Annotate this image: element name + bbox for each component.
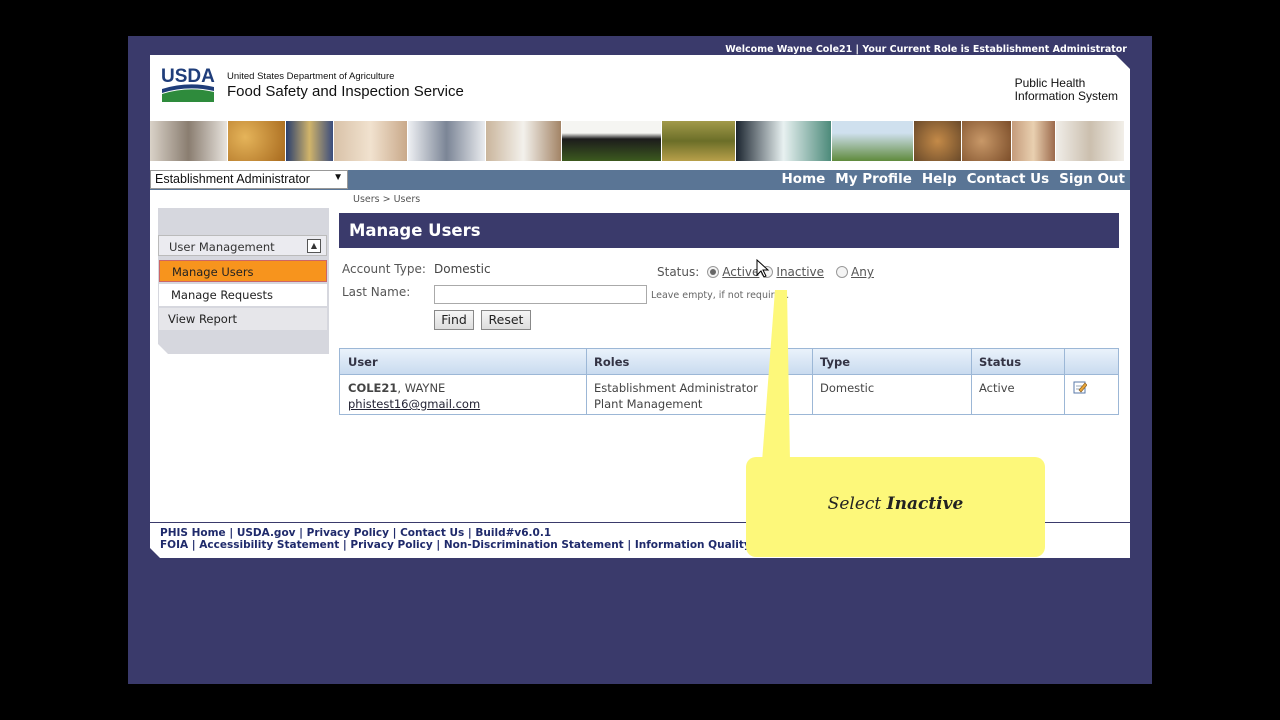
banner-photo: [286, 121, 334, 161]
user-status: Active: [979, 381, 1015, 395]
instruction-callout: Select Inactive: [746, 457, 1045, 557]
agency-parent: United States Department of Agriculture: [227, 71, 395, 82]
sidebar: User Management ▲ Manage Users Manage Re…: [158, 208, 329, 354]
usda-logo-text: USDA: [161, 66, 215, 87]
column-header-status[interactable]: Status: [979, 355, 1021, 369]
nav-contact-us-link[interactable]: Contact Us: [967, 171, 1050, 187]
user-name: COLE21, WAYNE: [348, 381, 445, 395]
banner-photo: [914, 121, 962, 161]
role-item: Plant Management: [594, 397, 703, 411]
sidebar-item-manage-requests[interactable]: Manage Requests: [159, 284, 327, 306]
reset-button[interactable]: Reset: [481, 310, 531, 330]
user-type: Domestic: [820, 381, 875, 395]
user-id: COLE21: [348, 381, 398, 395]
column-divider: [971, 349, 972, 414]
usda-logo[interactable]: USDA: [160, 65, 216, 103]
nav-home-link[interactable]: Home: [782, 171, 826, 187]
last-name-hint: Leave empty, if not required.: [651, 290, 790, 301]
page-corner: [1116, 55, 1130, 69]
sidebar-item-view-report[interactable]: View Report: [159, 308, 327, 330]
banner-photo: [962, 121, 1012, 161]
app-frame: Welcome Wayne Cole21 | Your Current Role…: [128, 36, 1152, 684]
role-item: Establishment Administrator: [594, 381, 758, 395]
dropdown-arrow-icon[interactable]: ▼: [333, 172, 343, 183]
page-corner-bottom: [150, 548, 160, 558]
column-divider: [812, 349, 813, 414]
sidebar-corner: [158, 344, 168, 354]
callout-emphasis: Inactive: [886, 494, 964, 514]
user-email-link[interactable]: phistest16@gmail.com: [348, 397, 480, 411]
system-title-line2: Information System: [1014, 89, 1118, 103]
find-button[interactable]: Find: [434, 310, 474, 330]
column-divider: [1064, 349, 1065, 414]
banner-photo: [832, 121, 914, 161]
account-type-value: Domestic: [434, 262, 491, 276]
photo-banner: [150, 121, 1130, 161]
status-any-label[interactable]: Any: [851, 265, 874, 279]
mouse-cursor-icon: [756, 259, 770, 278]
last-name-input[interactable]: [434, 285, 647, 304]
sidebar-section-label: User Management: [169, 240, 275, 254]
user-fullname: , WAYNE: [397, 381, 446, 395]
banner-photo: [408, 121, 486, 161]
agency-name: Food Safety and Inspection Service: [227, 83, 464, 100]
banner-photo: [562, 121, 662, 161]
nav-sign-out-link[interactable]: Sign Out: [1059, 171, 1125, 187]
column-header-user[interactable]: User: [348, 355, 378, 369]
callout-text: Select Inactive: [746, 494, 1045, 514]
account-type-label: Account Type:: [342, 262, 426, 276]
breadcrumb[interactable]: Users > Users: [353, 194, 420, 205]
users-table: User Roles Type Status COLE21, WAYNE phi…: [339, 348, 1119, 415]
status-active-radio[interactable]: [707, 266, 720, 278]
callout-prefix: Select: [827, 494, 887, 514]
status-inactive-label[interactable]: Inactive: [776, 265, 824, 279]
banner-photo: [486, 121, 562, 161]
footer-links-2[interactable]: FOIA | Accessibility Statement | Privacy…: [160, 539, 770, 551]
footer-links-1[interactable]: PHIS Home | USDA.gov | Privacy Policy | …: [160, 527, 551, 539]
banner-photo: [228, 121, 286, 161]
page-title: Manage Users: [339, 213, 1119, 248]
status-active-label[interactable]: Active: [722, 265, 759, 279]
collapse-icon[interactable]: ▲: [307, 239, 321, 253]
nav-links: Home My Profile Help Contact Us Sign Out: [782, 171, 1126, 187]
sidebar-item-manage-users[interactable]: Manage Users: [159, 260, 327, 282]
banner-photo: [150, 121, 228, 161]
column-header-type[interactable]: Type: [820, 355, 850, 369]
nav-help-link[interactable]: Help: [922, 171, 957, 187]
status-any-radio[interactable]: [836, 266, 849, 278]
role-select-value: Establishment Administrator: [155, 172, 310, 186]
banner-photo: [1012, 121, 1056, 161]
banner-photo: [1056, 121, 1124, 161]
banner-photo: [662, 121, 736, 161]
banner-photo: [334, 121, 408, 161]
status-label: Status:: [657, 265, 700, 279]
role-select[interactable]: Establishment Administrator ▼: [150, 170, 348, 189]
last-name-label: Last Name:: [342, 285, 411, 299]
column-header-roles[interactable]: Roles: [594, 355, 629, 369]
system-title: Public Health Information System: [1015, 77, 1118, 103]
sidebar-section-user-management[interactable]: User Management ▲: [158, 235, 327, 256]
edit-icon[interactable]: [1073, 380, 1087, 394]
column-divider: [586, 349, 587, 414]
banner-photo: [736, 121, 832, 161]
welcome-bar: Welcome Wayne Cole21 | Your Current Role…: [725, 44, 1127, 55]
nav-my-profile-link[interactable]: My Profile: [835, 171, 912, 187]
